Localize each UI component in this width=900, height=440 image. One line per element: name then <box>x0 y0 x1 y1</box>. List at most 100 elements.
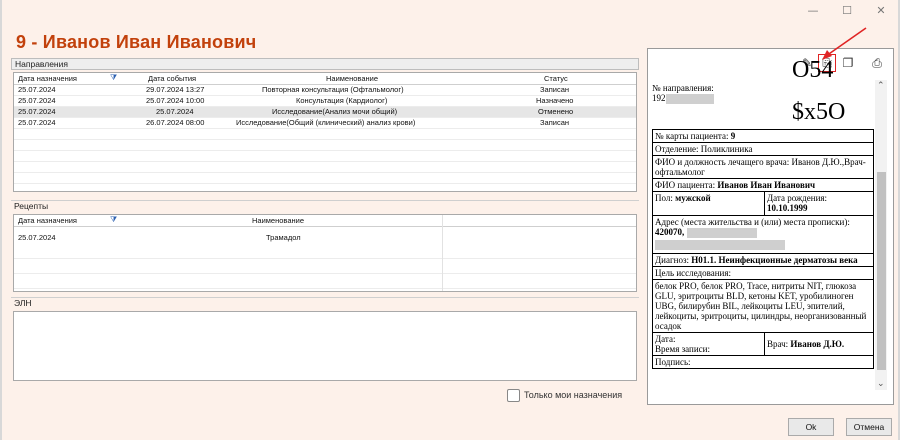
row-status: Назначено <box>536 96 574 105</box>
sex-label: Пол: <box>655 193 673 203</box>
referrals-table-header: Дата назначения ⧩ Дата события Наименова… <box>14 73 636 85</box>
row-name: Трамадол <box>266 233 301 242</box>
referrals-table: Дата назначения ⧩ Дата события Наименова… <box>13 72 637 192</box>
empty-row <box>14 140 636 151</box>
row-name: Исследование(Анализ мочи общий) <box>272 107 398 116</box>
table-row[interactable]: 25.07.2024 29.07.2024 13:27 Повторная ко… <box>14 85 636 96</box>
redacted-block <box>665 93 714 104</box>
only-mine-label: Только мои назначения <box>524 390 623 400</box>
patient-value: Иванов Иван Иванович <box>717 180 816 190</box>
cancel-button[interactable]: Отмена <box>846 418 892 436</box>
dob-value: 10.10.1999 <box>767 203 808 213</box>
table-row-selected[interactable]: 25.07.2024 25.07.2024 Исследование(Анали… <box>14 107 636 118</box>
col-date[interactable]: Дата назначения <box>18 216 77 226</box>
diagnosis-label: Диагноз: <box>655 255 690 265</box>
row-date: 25.07.2024 <box>18 107 56 116</box>
empty-row <box>14 129 636 140</box>
filter-icon[interactable]: ⧩ <box>110 215 117 225</box>
page-title: 9 - Иванов Иван Иванович <box>16 32 257 52</box>
address-cell: Адрес (места жительства и (или) места пр… <box>652 215 874 254</box>
time-label: Время записи: <box>655 344 710 354</box>
prescriptions-table-header: Дата назначения ⧩ Наименование <box>14 215 636 227</box>
row-name: Консультация (Кардиолог) <box>296 96 388 105</box>
prescriptions-section-header: Рецепты <box>11 200 639 212</box>
card-value: 9 <box>730 131 736 141</box>
date-time-cell: Дата: Время записи: <box>652 332 765 356</box>
row-name: Повторная консультация (Офтальмолог) <box>262 85 404 94</box>
eln-panel <box>13 311 637 381</box>
col-date[interactable]: Дата назначения <box>18 74 77 84</box>
ok-button[interactable]: Ok <box>788 418 834 436</box>
col-status[interactable]: Статус <box>544 74 568 84</box>
referral-document: № направления: 192 O54 $x5O № карты паци… <box>652 53 874 403</box>
row-status: Записан <box>540 85 570 94</box>
diagnosis-value: H01.1. Неинфекционные дерматозы века <box>691 255 858 265</box>
date-label: Дата: <box>655 334 676 344</box>
patient-card-table: № карты пациента: 9 Отделение: Поликлини… <box>652 129 874 369</box>
col-name[interactable]: Наименование <box>252 216 304 226</box>
purpose-cell: Цель исследования: <box>652 266 874 280</box>
tests-cell: белок PRO, белок PRO, Trace, нитриты NIT… <box>652 279 874 333</box>
minimize-button[interactable]: — <box>796 0 830 22</box>
address-label: Адрес (места жительства и (или) места пр… <box>655 217 850 227</box>
empty-row <box>14 151 636 162</box>
empty-row <box>14 263 636 274</box>
department-cell: Отделение: Поликлиника <box>652 142 874 156</box>
dialog-window: — ☐ ✕ 9 - Иванов Иван Иванович Направлен… <box>2 0 898 440</box>
referrals-section-header: Направления <box>11 58 639 70</box>
title-bar: — ☐ ✕ <box>2 0 898 22</box>
empty-row <box>14 173 636 184</box>
patient-label: ФИО пациента: <box>655 180 716 190</box>
prescriptions-table: Дата назначения ⧩ Наименование 25.07.202… <box>13 214 637 292</box>
row-status: Отменено <box>538 107 574 116</box>
close-button[interactable]: ✕ <box>864 0 898 22</box>
patient-cell: ФИО пациента: Иванов Иван Иванович <box>652 178 874 192</box>
doctor-label: Врач: <box>767 339 789 349</box>
scroll-down-icon[interactable]: ⌄ <box>877 378 885 388</box>
dob-cell: Дата рождения: 10.10.1999 <box>764 191 874 216</box>
column-divider <box>442 215 443 291</box>
referral-number-prefix: 192 <box>652 93 666 103</box>
table-row[interactable]: 25.07.2024 Трамадол <box>14 227 636 242</box>
barcode-text: $x5O <box>792 99 846 125</box>
document-preview-panel: ✎ ⎘ ❐ ⎙ № направления: 192 O54 $x5O № ка… <box>647 48 894 405</box>
annotation-arrow <box>822 27 867 60</box>
sex-cell: Пол: мужской <box>652 191 765 216</box>
row-date: 25.07.2024 <box>18 233 56 242</box>
sex-value: мужской <box>675 193 711 203</box>
row-name: Исследование(Общий (клинический) анализ … <box>236 118 416 127</box>
address-value: 420070, <box>655 227 685 237</box>
diagnosis-cell: Диагноз: H01.1. Неинфекционные дерматозы… <box>652 253 874 267</box>
eln-section-header: ЭЛН <box>11 297 639 309</box>
table-row[interactable]: 25.07.2024 25.07.2024 10:00 Консультация… <box>14 96 636 107</box>
scrollbar-thumb[interactable] <box>877 172 886 370</box>
only-mine-checkbox[interactable] <box>507 389 520 402</box>
doctor-sign-cell: Врач: Иванов Д.Ю. <box>764 332 874 356</box>
empty-row <box>14 162 636 173</box>
row-event: 25.07.2024 10:00 <box>146 96 205 105</box>
referral-number: 192 <box>652 93 714 104</box>
col-event-date[interactable]: Дата события <box>148 74 196 84</box>
referral-number-label: № направления: <box>652 83 714 93</box>
row-event: 29.07.2024 13:27 <box>146 85 205 94</box>
row-date: 25.07.2024 <box>18 96 56 105</box>
scroll-up-icon[interactable]: ⌃ <box>877 80 885 90</box>
empty-row <box>14 248 636 259</box>
row-date: 25.07.2024 <box>18 118 56 127</box>
table-row[interactable]: 25.07.2024 26.07.2024 08:00 Исследование… <box>14 118 636 129</box>
redacted-block <box>655 239 785 250</box>
row-event: 25.07.2024 <box>156 107 194 116</box>
card-label: № карты пациента: <box>655 131 729 141</box>
maximize-button[interactable]: ☐ <box>830 0 864 22</box>
redacted-block <box>686 227 757 238</box>
row-date: 25.07.2024 <box>18 85 56 94</box>
card-number-cell: № карты пациента: 9 <box>652 129 874 143</box>
doctor-cell: ФИО и должность лечащего врача: Иванов Д… <box>652 155 874 179</box>
empty-row <box>14 278 636 289</box>
row-event: 26.07.2024 08:00 <box>146 118 205 127</box>
row-status: Записан <box>540 118 570 127</box>
col-name[interactable]: Наименование <box>326 74 378 84</box>
signature-cell: Подпись: <box>652 355 874 369</box>
doctor-value: Иванов Д.Ю. <box>790 339 845 349</box>
filter-icon[interactable]: ⧩ <box>110 73 117 83</box>
